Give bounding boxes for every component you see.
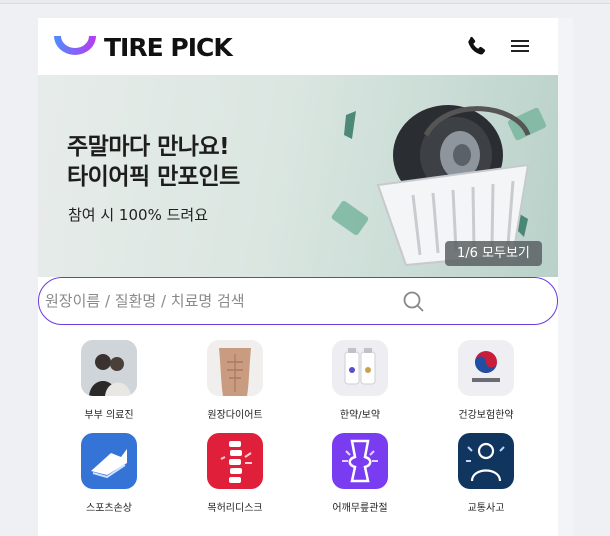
category-label: 스포츠손상 — [86, 503, 132, 514]
menu-button[interactable] — [509, 37, 531, 57]
banner-title-line2: 타이어픽 만포인트 — [67, 164, 240, 190]
logo-text: TIRE PICK — [104, 32, 233, 62]
category-herbal-medicine[interactable]: 한약/보약 — [305, 340, 415, 421]
phone-button[interactable] — [464, 35, 488, 59]
banner-title: 주말마다 만나요! 타이어픽 만포인트 — [67, 132, 240, 192]
search-input[interactable] — [45, 286, 395, 316]
category-couple-doctors[interactable]: 부부 의료진 — [54, 340, 164, 421]
category-diet[interactable]: 원장다이어트 — [180, 340, 290, 421]
accident-icon — [458, 433, 514, 489]
hamburger-line — [511, 45, 529, 47]
category-label: 원장다이어트 — [207, 410, 263, 421]
logo-mark-icon — [54, 36, 96, 55]
search-icon[interactable] — [402, 290, 426, 314]
couple-photo-icon — [81, 340, 137, 396]
herbal-medicine-bottles-icon — [332, 340, 388, 396]
category-label: 어깨무릎관절 — [332, 503, 388, 514]
category-label: 건강보험한약 — [458, 410, 514, 421]
category-label: 부부 의료진 — [84, 410, 134, 421]
health-insurance-logo-icon — [458, 340, 514, 396]
promo-banner[interactable]: 주말마다 만나요! 타이어픽 만포인트 참여 시 100% 드려요 1/6 모두… — [38, 75, 558, 277]
banner-subtitle: 참여 시 100% 드려요 — [68, 206, 208, 224]
banner-title-line1: 주말마다 만나요! — [67, 134, 230, 160]
category-traffic-accident[interactable]: 교통사고 — [431, 433, 541, 514]
phone-icon — [468, 36, 486, 55]
spine-disc-icon — [207, 433, 263, 489]
category-sports-injury[interactable]: 스포츠손상 — [54, 433, 164, 514]
category-label: 교통사고 — [467, 503, 505, 514]
category-spine-disc[interactable]: 목허리디스크 — [180, 433, 290, 514]
category-label: 한약/보약 — [339, 410, 381, 421]
category-health-insurance[interactable]: 건강보험한약 — [431, 340, 541, 421]
logo[interactable]: TIRE PICK — [52, 32, 233, 62]
right-gutter — [558, 18, 573, 536]
search-bar — [38, 277, 558, 325]
hamburger-menu-icon — [511, 40, 529, 42]
site-header: TIRE PICK — [38, 18, 558, 75]
hamburger-line — [511, 50, 529, 52]
slide-counter-button[interactable]: 1/6 모두보기 — [445, 241, 542, 266]
torso-photo-icon — [207, 340, 263, 396]
sports-injury-icon — [81, 433, 137, 489]
joint-icon — [332, 433, 388, 489]
category-shoulder-knee[interactable]: 어깨무릎관절 — [305, 433, 415, 514]
category-label: 목허리디스크 — [207, 503, 263, 514]
browser-top-strip — [0, 0, 610, 4]
